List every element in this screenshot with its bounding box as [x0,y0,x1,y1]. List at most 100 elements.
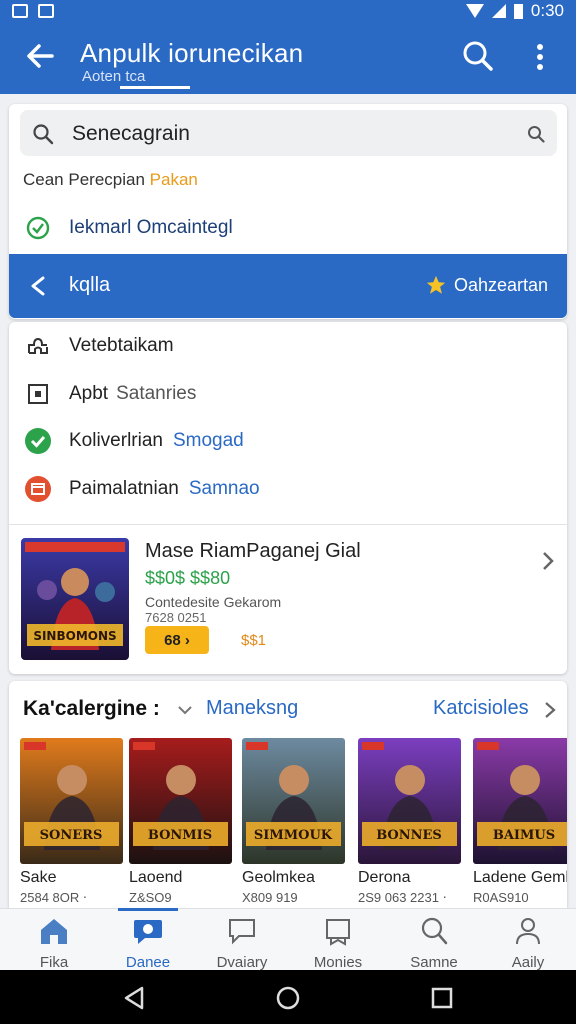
suggestion-action[interactable]: Oahzeartan [454,275,548,296]
poster-title: BONNES [376,828,442,843]
gallery-notification-icon [12,4,28,18]
star-icon [426,275,446,294]
book-icon [326,919,350,946]
selected-suggestion-row[interactable]: kqlla Oahzeartan [9,254,567,318]
battery-icon [513,3,523,19]
menu-label: Apbt [69,383,109,404]
featured-game[interactable]: SINBOMONS Mase RiamPaganej Gial $$0$ $$8… [21,538,557,662]
nav-label: Dvaiary [216,954,268,971]
game-meta: 2584 8OR ⋅ [20,890,88,905]
search-submit-icon[interactable] [527,125,545,143]
nav-label: Monies [313,954,363,971]
nav-label: Samne [410,954,458,971]
game-carousel[interactable]: SONERS Sake 2584 8OR ⋅ BONMIS Laoend Z&SO9 SIM… [20,738,567,908]
wifi-icon [465,4,484,18]
game-poster[interactable]: BONMIS [129,738,232,864]
menu-item-2[interactable]: Apbt Satanries [9,372,567,416]
game-developer: Contedesite Gekarom [145,594,282,610]
bottom-navigation: Fika Danee Dvaiary Monies Samne Aaily [0,908,576,971]
chat-bubble-icon [134,920,162,944]
nav-item-profile[interactable]: Aaily [480,913,576,971]
game-meta: 2S9 063 2231 ⋅ [358,890,447,905]
puzzle-icon [23,331,53,361]
game-name: Laoend [129,869,183,886]
game-card[interactable]: BONMIS Laoend Z&SO9 [129,738,232,908]
menu-extra: Satanries [116,383,197,404]
recent-label-prefix: Cean Perecpian [23,170,145,189]
home-icon [41,919,67,944]
game-poster[interactable]: SIMMOUK [242,738,345,864]
suggestion-label: kqlla [69,274,111,296]
game-price: $$0$ $$80 [145,568,231,588]
menu-card: Vetebtaikam Apbt Satanries Koliverlrian … [9,322,567,674]
game-title: Mase RiamPaganej Gial [145,540,361,562]
see-all-link[interactable]: Katcisioles [433,697,529,720]
get-button[interactable]: 68 › [145,626,209,654]
image-notification-icon [38,4,54,18]
person-icon [516,918,540,945]
menu-item-1[interactable]: Vetebtaikam [9,324,567,368]
game-meta: Z&SO9 [129,890,172,905]
game-meta: R0AS910 [473,890,529,905]
search-icon [421,917,448,945]
nav-item-search[interactable]: Samne [386,913,482,971]
nav-label: Danee [125,954,171,971]
page-title: Anpulk iorunecikan [80,38,304,68]
nav-item-home[interactable]: Fika [6,913,102,971]
system-back-icon[interactable] [122,985,146,1011]
game-card[interactable]: SIMMOUK Geolmkea X809 919 [242,738,345,908]
category-card: Ka'calergine : Maneksng Katcisioles SONE… [9,681,567,921]
active-indicator [118,908,178,911]
nav-item-monies[interactable]: Monies [290,913,386,971]
search-query: Senecagrain [72,122,190,145]
section-title: Ka'calergine : [23,697,160,720]
game-card[interactable]: SONERS Sake 2584 8OR ⋅ [20,738,123,908]
system-home-icon[interactable] [276,985,300,1011]
system-navigation-bar [0,970,576,1024]
more-options-icon[interactable] [530,42,550,72]
calendar-icon [23,474,53,504]
recent-searches-label: Cean Perecpian Pakan [23,170,198,190]
game-name: Geolmkea [242,869,315,886]
chevron-right-icon[interactable] [544,701,556,719]
search-input[interactable]: Senecagrain [20,110,557,156]
game-name: Ladene Gemb [473,869,567,886]
status-bar: 0:30 [0,0,576,22]
check-circle-icon [23,426,53,456]
system-recents-icon[interactable] [430,985,454,1011]
back-arrow-icon[interactable] [22,38,58,74]
menu-item-4[interactable]: Paimalatnian Samnao [9,467,567,511]
search-icon[interactable] [462,40,494,72]
menu-label: Vetebtaikam [69,335,174,356]
arrow-left-icon [31,276,45,296]
game-card[interactable]: BONNES Derona 2S9 063 2231 ⋅ [358,738,461,908]
poster-title: SIMMOUK [254,828,333,843]
nav-item-diary[interactable]: Dvaiary [194,913,290,971]
category-filter-link[interactable]: Maneksng [206,697,298,720]
app-bar: Anpulk iorunecikan Aoten tca [0,22,576,94]
chevron-down-icon[interactable] [177,703,193,717]
recent-search-item[interactable]: Iekmarl Omcaintegl [25,210,545,246]
poster-title: BAIMUS [493,828,555,843]
nav-item-danee[interactable]: Danee [100,908,196,971]
status-time: 0:30 [530,1,564,20]
tab-indicator [120,86,190,89]
menu-item-3[interactable]: Koliverlrian Smogad [9,419,567,463]
nav-label: Aaily [511,954,545,971]
game-name: Sake [20,869,57,886]
history-icon [26,216,50,240]
game-card[interactable]: BAIMUS Ladene Gemb R0AS910 [473,738,567,908]
game-poster[interactable]: SONERS [20,738,123,864]
recent-label-highlight: Pakan [149,170,198,189]
game-poster[interactable]: BONNES [358,738,461,864]
signal-icon [491,4,506,18]
game-poster[interactable]: SINBOMONS [21,538,129,660]
menu-extra: Smogad [172,430,244,451]
divider [9,524,567,525]
game-meta: X809 919 [242,890,298,905]
box-icon [23,379,53,409]
chevron-right-icon[interactable] [541,550,555,572]
game-poster[interactable]: BAIMUS [473,738,567,864]
poster-title: SINBOMONS [33,629,116,643]
recent-search-text: Iekmarl Omcaintegl [69,217,233,238]
